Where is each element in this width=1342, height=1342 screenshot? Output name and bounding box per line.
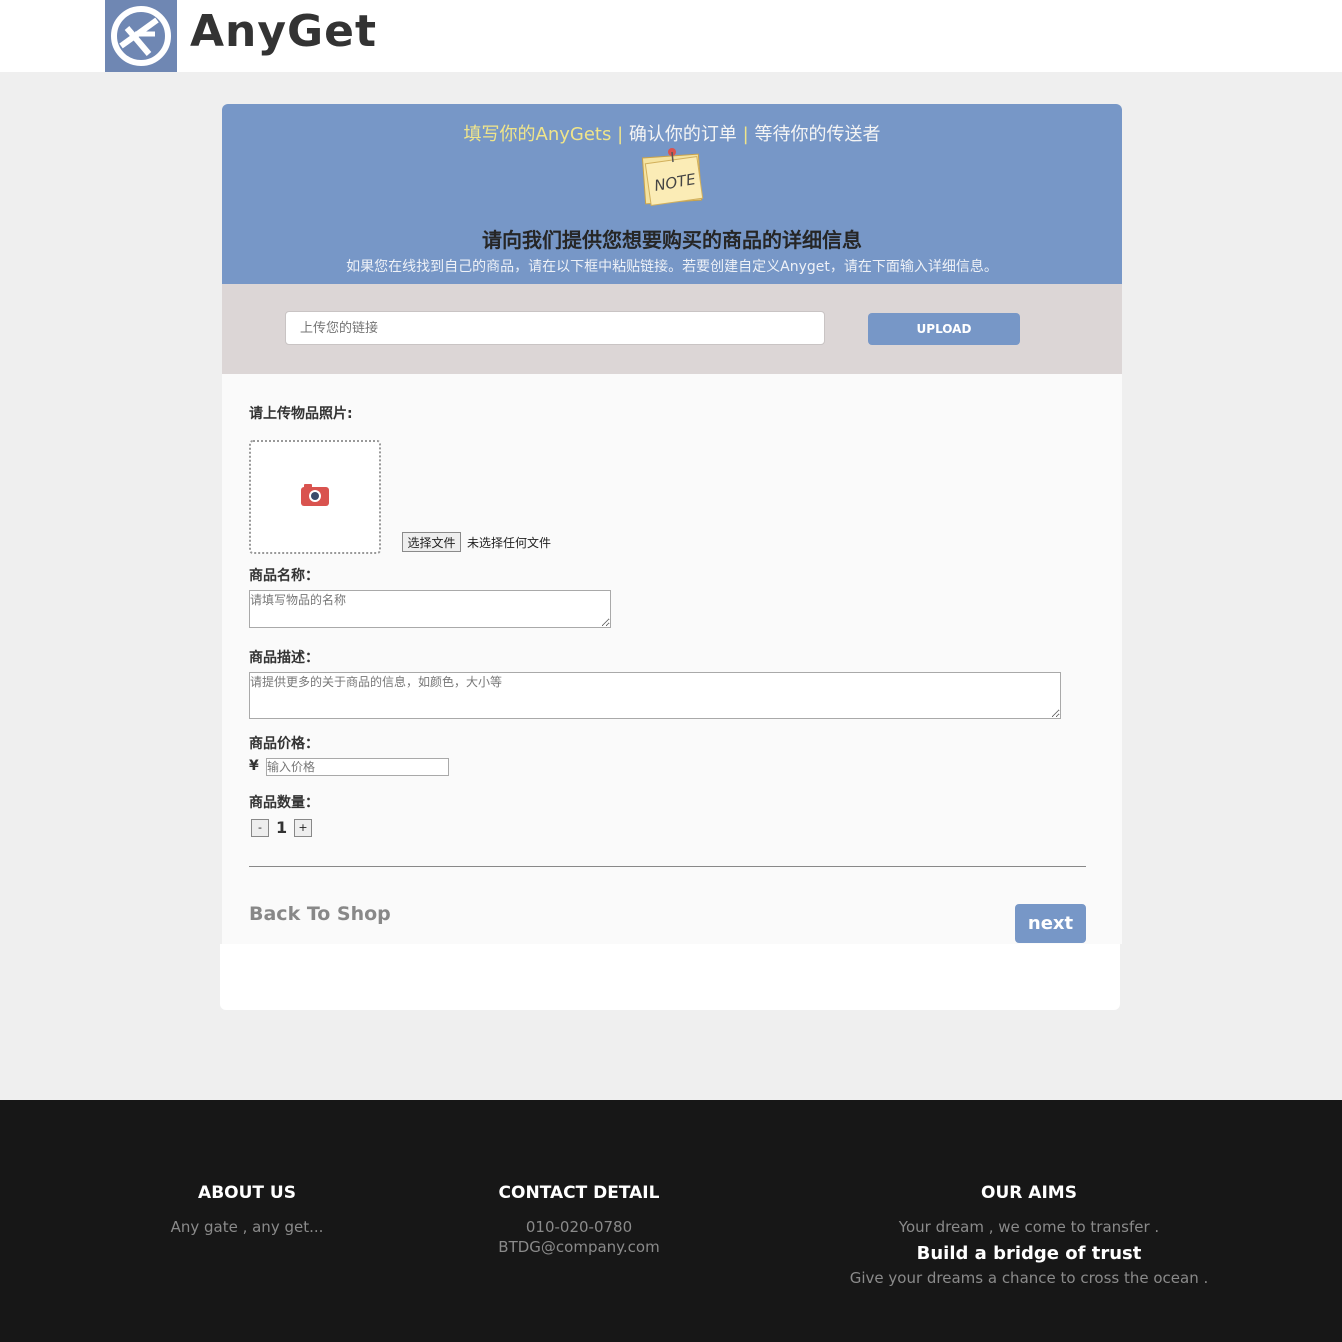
contact-title: CONTACT DETAIL [498, 1183, 660, 1203]
site-header: AnyGet [0, 0, 1342, 72]
file-status-text: 未选择任何文件 [467, 536, 552, 550]
camera-icon [301, 484, 329, 506]
aims-tagline: Build a bridge of trust [916, 1243, 1142, 1264]
step-separator: | [742, 124, 749, 145]
contact-phone: 010-020-0780 [525, 1218, 633, 1236]
photo-dropzone[interactable] [249, 440, 381, 554]
price-input[interactable] [266, 758, 449, 776]
choose-file-button[interactable]: 选择文件 [402, 532, 461, 552]
quantity-label: 商品数量： [249, 795, 319, 811]
upload-button[interactable]: UPLOAD [868, 313, 1020, 345]
next-button[interactable]: next [1015, 904, 1086, 943]
description-label: 商品描述： [249, 650, 319, 666]
footer-aims: OUR AIMS Your dream , we come to transfe… [829, 1183, 1229, 1288]
aims-title: OUR AIMS [981, 1183, 1077, 1203]
form-divider [249, 866, 1086, 867]
brand-name[interactable]: AnyGet [190, 6, 377, 57]
quantity-value: 1 [276, 818, 288, 837]
quantity-increase-button[interactable]: + [294, 819, 312, 837]
back-to-shop-link[interactable]: Back To Shop [249, 903, 391, 925]
card-bottom [220, 944, 1120, 1010]
price-label: 商品价格： [249, 736, 319, 752]
step-separator: | [617, 124, 624, 145]
aims-line1: Your dream , we come to transfer . [898, 1218, 1160, 1236]
name-label: 商品名称： [249, 568, 319, 584]
order-steps: 填写你的AnyGets | 确认你的订单 | 等待你的传送者 [222, 120, 1122, 146]
product-name-field[interactable] [249, 590, 611, 628]
banner-subtitle: 如果您在线找到自己的商品，请在以下框中粘贴链接。若要创建自定义Anyget，请在… [346, 259, 998, 275]
about-title: ABOUT US [198, 1183, 296, 1203]
step-fill-anygets: 填写你的AnyGets [463, 124, 612, 145]
quantity-decrease-button[interactable]: - [251, 819, 269, 837]
link-upload-bar: UPLOAD [222, 284, 1122, 374]
site-footer: ABOUT US Any gate , any get... CONTACT D… [0, 1100, 1342, 1342]
globe-logo-icon[interactable] [105, 0, 177, 72]
step-wait-carrier: 等待你的传送者 [754, 124, 881, 145]
order-card: 填写你的AnyGets | 确认你的订单 | 等待你的传送者 NOTE 请向我们… [222, 104, 1122, 944]
banner-title: 请向我们提供您想要购买的商品的详细信息 [482, 228, 862, 252]
product-form: 请上传物品照片: 选择文件 未选择任何文件 商品名称： 商品描述： 商品价格： … [222, 374, 1122, 944]
product-description-field[interactable] [249, 672, 1061, 719]
order-banner: 填写你的AnyGets | 确认你的订单 | 等待你的传送者 NOTE 请向我们… [222, 104, 1122, 284]
footer-about: ABOUT US Any gate , any get... [147, 1183, 347, 1237]
currency-symbol: ¥ [249, 758, 259, 774]
note-icon: NOTE [641, 148, 704, 206]
about-text: Any gate , any get... [170, 1218, 324, 1236]
product-link-input[interactable] [285, 311, 825, 345]
footer-contact: CONTACT DETAIL 010-020-0780 BTDG@company… [459, 1183, 699, 1257]
step-confirm-order: 确认你的订单 [628, 124, 737, 145]
photo-label: 请上传物品照片: [249, 406, 353, 422]
aims-line2: Give your dreams a chance to cross the o… [849, 1269, 1209, 1287]
contact-email[interactable]: BTDG@company.com [459, 1237, 699, 1257]
